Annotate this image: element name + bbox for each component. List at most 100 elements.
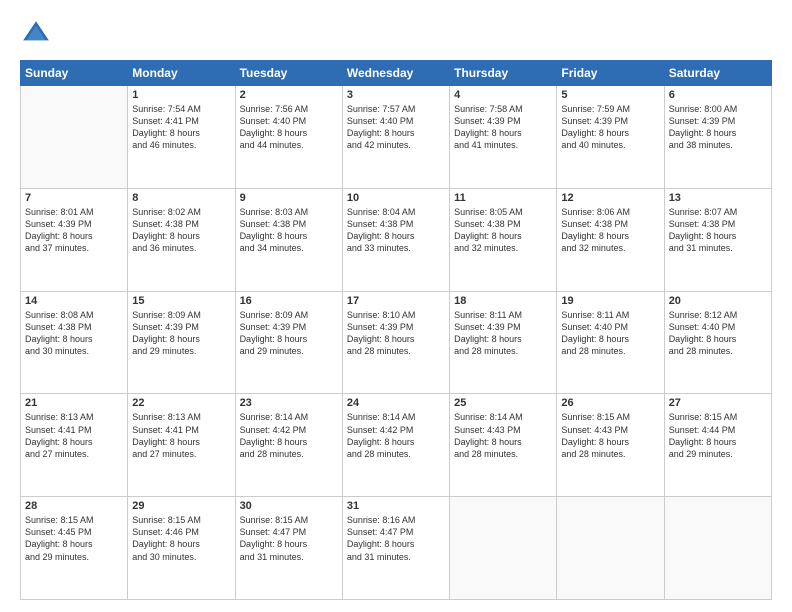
- day-number: 30: [240, 500, 338, 512]
- day-number: 31: [347, 500, 445, 512]
- cell-content: Sunrise: 8:15 AM Sunset: 4:44 PM Dayligh…: [669, 411, 767, 460]
- calendar-cell: [557, 497, 664, 600]
- day-number: 29: [132, 500, 230, 512]
- cell-content: Sunrise: 8:13 AM Sunset: 4:41 PM Dayligh…: [25, 411, 123, 460]
- day-number: 27: [669, 397, 767, 409]
- day-number: 9: [240, 192, 338, 204]
- calendar-cell: 18 Sunrise: 8:11 AM Sunset: 4:39 PM Dayli…: [450, 291, 557, 394]
- calendar-cell: [450, 497, 557, 600]
- day-number: 4: [454, 89, 552, 101]
- calendar-cell: 21 Sunrise: 8:13 AM Sunset: 4:41 PM Dayli…: [21, 394, 128, 497]
- calendar-cell: 4 Sunrise: 7:58 AM Sunset: 4:39 PM Daylig…: [450, 86, 557, 189]
- day-number: 20: [669, 295, 767, 307]
- day-number: 2: [240, 89, 338, 101]
- cell-content: Sunrise: 8:14 AM Sunset: 4:42 PM Dayligh…: [240, 411, 338, 460]
- day-number: 22: [132, 397, 230, 409]
- day-number: 6: [669, 89, 767, 101]
- calendar-cell: 22Sunrise: 8:13 AM Sunset: 4:41 PM Dayli…: [128, 394, 235, 497]
- day-number: 17: [347, 295, 445, 307]
- day-number: 13: [669, 192, 767, 204]
- calendar-header-thursday: Thursday: [450, 61, 557, 86]
- cell-content: Sunrise: 8:02 AM Sunset: 4:38 PM Dayligh…: [132, 206, 230, 255]
- cell-content: Sunrise: 8:16 AM Sunset: 4:47 PM Dayligh…: [347, 514, 445, 563]
- calendar-cell: 13Sunrise: 8:07 AM Sunset: 4:38 PM Dayli…: [664, 188, 771, 291]
- calendar-row: 28Sunrise: 8:15 AM Sunset: 4:45 PM Dayli…: [21, 497, 772, 600]
- calendar-cell: 8 Sunrise: 8:02 AM Sunset: 4:38 PM Daylig…: [128, 188, 235, 291]
- calendar-cell: 20 Sunrise: 8:12 AM Sunset: 4:40 PM Dayli…: [664, 291, 771, 394]
- calendar-cell: 27 Sunrise: 8:15 AM Sunset: 4:44 PM Dayli…: [664, 394, 771, 497]
- calendar-header-row: SundayMondayTuesdayWednesdayThursdayFrid…: [21, 61, 772, 86]
- calendar-cell: 15 Sunrise: 8:09 AM Sunset: 4:39 PM Dayli…: [128, 291, 235, 394]
- day-number: 26: [561, 397, 659, 409]
- calendar-cell: 26 Sunrise: 8:15 AM Sunset: 4:43 PM Dayli…: [557, 394, 664, 497]
- cell-content: Sunrise: 8:03 AM Sunset: 4:38 PM Dayligh…: [240, 206, 338, 255]
- calendar-header-wednesday: Wednesday: [342, 61, 449, 86]
- day-number: 1: [132, 89, 230, 101]
- cell-content: Sunrise: 8:09 AM Sunset: 4:39 PM Dayligh…: [132, 309, 230, 358]
- calendar-row: 14Sunrise: 8:08 AM Sunset: 4:38 PM Dayli…: [21, 291, 772, 394]
- day-number: 15: [132, 295, 230, 307]
- calendar-cell: 10Sunrise: 8:04 AM Sunset: 4:38 PM Dayli…: [342, 188, 449, 291]
- calendar-cell: 28Sunrise: 8:15 AM Sunset: 4:45 PM Dayli…: [21, 497, 128, 600]
- cell-content: Sunrise: 7:57 AM Sunset: 4:40 PM Dayligh…: [347, 103, 445, 152]
- calendar-cell: [21, 86, 128, 189]
- cell-content: Sunrise: 8:15 AM Sunset: 4:45 PM Dayligh…: [25, 514, 123, 563]
- calendar-cell: 1 Sunrise: 7:54 AM Sunset: 4:41 PM Daylig…: [128, 86, 235, 189]
- calendar-cell: 6 Sunrise: 8:00 AM Sunset: 4:39 PM Daylig…: [664, 86, 771, 189]
- day-number: 24: [347, 397, 445, 409]
- calendar-header-saturday: Saturday: [664, 61, 771, 86]
- day-number: 3: [347, 89, 445, 101]
- cell-content: Sunrise: 8:12 AM Sunset: 4:40 PM Dayligh…: [669, 309, 767, 358]
- day-number: 7: [25, 192, 123, 204]
- day-number: 25: [454, 397, 552, 409]
- day-number: 12: [561, 192, 659, 204]
- calendar-cell: 25 Sunrise: 8:14 AM Sunset: 4:43 PM Dayli…: [450, 394, 557, 497]
- page: SundayMondayTuesdayWednesdayThursdayFrid…: [0, 0, 792, 612]
- calendar-cell: 30Sunrise: 8:15 AM Sunset: 4:47 PM Dayli…: [235, 497, 342, 600]
- calendar-row: 7 Sunrise: 8:01 AM Sunset: 4:39 PM Daylig…: [21, 188, 772, 291]
- calendar-cell: 3 Sunrise: 7:57 AM Sunset: 4:40 PM Daylig…: [342, 86, 449, 189]
- calendar-table: SundayMondayTuesdayWednesdayThursdayFrid…: [20, 60, 772, 600]
- calendar-cell: 12 Sunrise: 8:06 AM Sunset: 4:38 PM Dayli…: [557, 188, 664, 291]
- cell-content: Sunrise: 7:54 AM Sunset: 4:41 PM Dayligh…: [132, 103, 230, 152]
- day-number: 14: [25, 295, 123, 307]
- calendar-header-tuesday: Tuesday: [235, 61, 342, 86]
- calendar-cell: 7 Sunrise: 8:01 AM Sunset: 4:39 PM Daylig…: [21, 188, 128, 291]
- calendar-header-monday: Monday: [128, 61, 235, 86]
- calendar-cell: 2 Sunrise: 7:56 AM Sunset: 4:40 PM Daylig…: [235, 86, 342, 189]
- calendar-header-sunday: Sunday: [21, 61, 128, 86]
- cell-content: Sunrise: 8:14 AM Sunset: 4:43 PM Dayligh…: [454, 411, 552, 460]
- calendar-cell: 11 Sunrise: 8:05 AM Sunset: 4:38 PM Dayli…: [450, 188, 557, 291]
- cell-content: Sunrise: 8:14 AM Sunset: 4:42 PM Dayligh…: [347, 411, 445, 460]
- day-number: 18: [454, 295, 552, 307]
- calendar-cell: 14Sunrise: 8:08 AM Sunset: 4:38 PM Dayli…: [21, 291, 128, 394]
- calendar-cell: 16Sunrise: 8:09 AM Sunset: 4:39 PM Dayli…: [235, 291, 342, 394]
- cell-content: Sunrise: 8:06 AM Sunset: 4:38 PM Dayligh…: [561, 206, 659, 255]
- logo: [20, 18, 56, 50]
- calendar-cell: [664, 497, 771, 600]
- calendar-cell: 23 Sunrise: 8:14 AM Sunset: 4:42 PM Dayli…: [235, 394, 342, 497]
- day-number: 21: [25, 397, 123, 409]
- cell-content: Sunrise: 8:11 AM Sunset: 4:39 PM Dayligh…: [454, 309, 552, 358]
- day-number: 16: [240, 295, 338, 307]
- day-number: 23: [240, 397, 338, 409]
- calendar-row: 1 Sunrise: 7:54 AM Sunset: 4:41 PM Daylig…: [21, 86, 772, 189]
- cell-content: Sunrise: 8:11 AM Sunset: 4:40 PM Dayligh…: [561, 309, 659, 358]
- day-number: 8: [132, 192, 230, 204]
- cell-content: Sunrise: 8:15 AM Sunset: 4:43 PM Dayligh…: [561, 411, 659, 460]
- cell-content: Sunrise: 7:58 AM Sunset: 4:39 PM Dayligh…: [454, 103, 552, 152]
- cell-content: Sunrise: 8:04 AM Sunset: 4:38 PM Dayligh…: [347, 206, 445, 255]
- cell-content: Sunrise: 8:15 AM Sunset: 4:46 PM Dayligh…: [132, 514, 230, 563]
- calendar-cell: 19 Sunrise: 8:11 AM Sunset: 4:40 PM Dayli…: [557, 291, 664, 394]
- logo-icon: [20, 18, 52, 50]
- header: [20, 18, 772, 50]
- calendar-cell: 24 Sunrise: 8:14 AM Sunset: 4:42 PM Dayli…: [342, 394, 449, 497]
- day-number: 5: [561, 89, 659, 101]
- cell-content: Sunrise: 8:05 AM Sunset: 4:38 PM Dayligh…: [454, 206, 552, 255]
- calendar-cell: 31 Sunrise: 8:16 AM Sunset: 4:47 PM Dayli…: [342, 497, 449, 600]
- cell-content: Sunrise: 8:00 AM Sunset: 4:39 PM Dayligh…: [669, 103, 767, 152]
- cell-content: Sunrise: 8:01 AM Sunset: 4:39 PM Dayligh…: [25, 206, 123, 255]
- day-number: 11: [454, 192, 552, 204]
- cell-content: Sunrise: 7:56 AM Sunset: 4:40 PM Dayligh…: [240, 103, 338, 152]
- day-number: 19: [561, 295, 659, 307]
